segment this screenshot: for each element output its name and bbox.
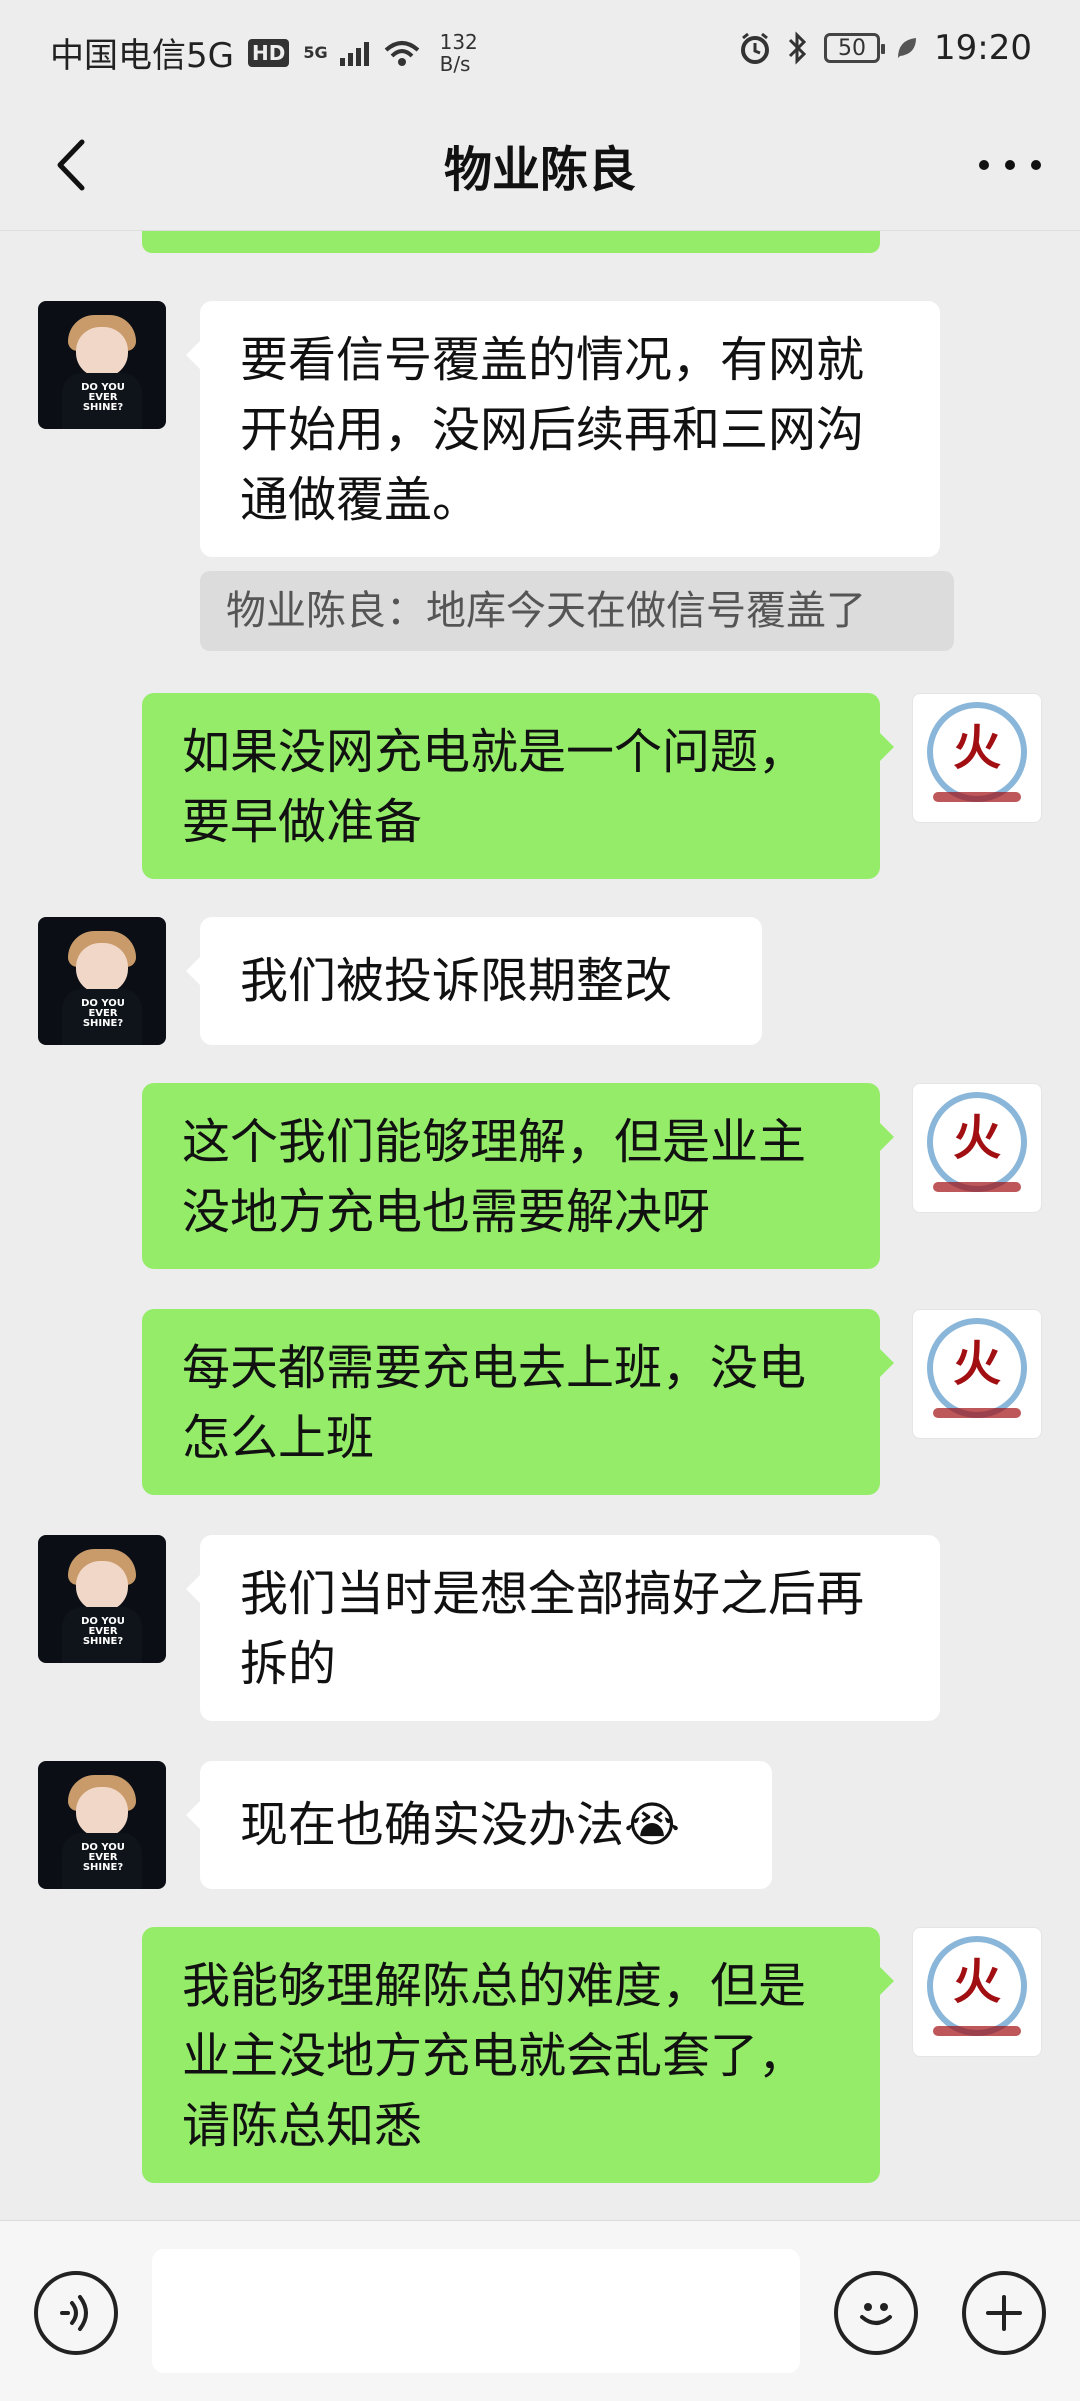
input-bar (0, 2220, 1080, 2401)
avatar-face (76, 327, 128, 377)
message-bubble-right[interactable]: 这个我们能够理解，但是业主没地方充电也需要解决呀 (142, 1083, 894, 1269)
wifi-icon (384, 40, 419, 66)
avatar-right[interactable]: 火 (912, 693, 1042, 823)
net-speed: 132 B/s (440, 31, 478, 75)
chat-area[interactable]: DO YOU EVER SHINE? 要看信号覆盖的情况，有网就开始用，没网后续再和… (0, 231, 1080, 2221)
avatar-right[interactable]: 火 (912, 1083, 1042, 1213)
plus-icon (986, 2295, 1022, 2331)
seal-base (933, 1182, 1021, 1192)
message-text: 现在也确实没办法😭 (240, 1797, 681, 1853)
carrier-label: 中国电信5G (50, 36, 234, 76)
avatar-shirt-print: DO YOU EVER SHINE? (81, 1842, 125, 1873)
message-text: 我们当时是想全部搞好之后再拆的 (240, 1566, 865, 1692)
seal-mark: 火 (953, 720, 1002, 776)
status-bar: 中国电信5G HD 5G 132 B/s 50 19:20 (0, 0, 1080, 100)
message-bubble-left[interactable]: 我们当时是想全部搞好之后再拆的 (186, 1535, 940, 1721)
more-actions-button[interactable] (962, 2271, 1046, 2355)
avatar-shirt-print: DO YOU EVER SHINE? (81, 1616, 125, 1647)
avatar-left[interactable]: DO YOU EVER SHINE? (38, 1761, 166, 1889)
voice-button[interactable] (34, 2271, 118, 2355)
message-bubble-right[interactable]: 我能够理解陈总的难度，但是业主没地方充电就会乱套了，请陈总知悉 (142, 1927, 894, 2183)
avatar-shirt-print: DO YOU EVER SHINE? (81, 382, 125, 413)
avatar-right[interactable]: 火 (912, 1927, 1042, 2057)
seal-base (933, 2026, 1021, 2036)
message-bubble-right[interactable]: 如果没网充电就是一个问题，要早做准备 (142, 693, 894, 879)
message-text: 我们被投诉限期整改 (240, 953, 673, 1009)
chat-title: 物业陈良 (443, 142, 636, 198)
avatar-face (76, 1561, 128, 1611)
quote-text: 物业陈良：地库今天在做信号覆盖了 (226, 588, 866, 634)
message-bubble-left[interactable]: 要看信号覆盖的情况，有网就开始用，没网后续再和三网沟通做覆盖。 (186, 301, 940, 557)
seal-mark: 火 (953, 1954, 1002, 2010)
emoji-button[interactable] (834, 2271, 918, 2355)
emoji-icon (860, 2303, 892, 2325)
message-bubble-left[interactable]: 我们被投诉限期整改 (186, 917, 762, 1045)
signal-icon (339, 41, 369, 66)
status-left: 中国电信5G HD 5G 132 B/s (50, 28, 478, 77)
message-text: 每天都需要充电去上班，没电怎么上班 (182, 1340, 807, 1466)
more-button[interactable] (970, 132, 1050, 198)
avatar-left[interactable]: DO YOU EVER SHINE? (38, 917, 166, 1045)
more-dots-icon (979, 160, 1041, 170)
message-input[interactable] (152, 2249, 800, 2373)
bluetooth-icon (788, 31, 807, 65)
seal-mark: 火 (953, 1110, 1002, 1166)
message-text: 如果没网充电就是一个问题，要早做准备 (182, 724, 807, 850)
avatar-left[interactable]: DO YOU EVER SHINE? (38, 1535, 166, 1663)
avatar-left[interactable]: DO YOU EVER SHINE? (38, 301, 166, 429)
clock-time: 19:20 (934, 28, 1032, 68)
partial-message-bubble (142, 231, 880, 253)
status-right: 50 19:20 (738, 28, 1032, 68)
battery-indicator: 50 (824, 33, 886, 63)
net-speed-value: 132 (439, 29, 478, 54)
message-text: 这个我们能够理解，但是业主没地方充电也需要解决呀 (182, 1114, 807, 1240)
net-badge: 5G (303, 42, 328, 62)
message-bubble-left[interactable]: 现在也确实没办法😭 (186, 1761, 772, 1889)
leaf-icon (898, 38, 917, 58)
message-text: 要看信号覆盖的情况，有网就开始用，没网后续再和三网沟通做覆盖。 (240, 332, 865, 528)
quoted-reply[interactable]: 物业陈良：地库今天在做信号覆盖了 (200, 571, 954, 651)
hd-badge: HD (247, 38, 290, 67)
message-bubble-right[interactable]: 每天都需要充电去上班，没电怎么上班 (142, 1309, 894, 1495)
net-speed-unit: B/s (439, 51, 471, 76)
avatar-right[interactable]: 火 (912, 1309, 1042, 1439)
avatar-face (76, 943, 128, 993)
voice-icon (60, 2295, 88, 2331)
seal-mark: 火 (953, 1336, 1002, 1392)
avatar-shirt-print: DO YOU EVER SHINE? (81, 998, 125, 1029)
chat-header: 物业陈良 (0, 100, 1080, 231)
seal-base (933, 1408, 1021, 1418)
message-text: 我能够理解陈总的难度，但是业主没地方充电就会乱套了，请陈总知悉 (182, 1958, 807, 2154)
avatar-face (76, 1787, 128, 1837)
seal-base (933, 792, 1021, 802)
alarm-icon (741, 32, 770, 64)
